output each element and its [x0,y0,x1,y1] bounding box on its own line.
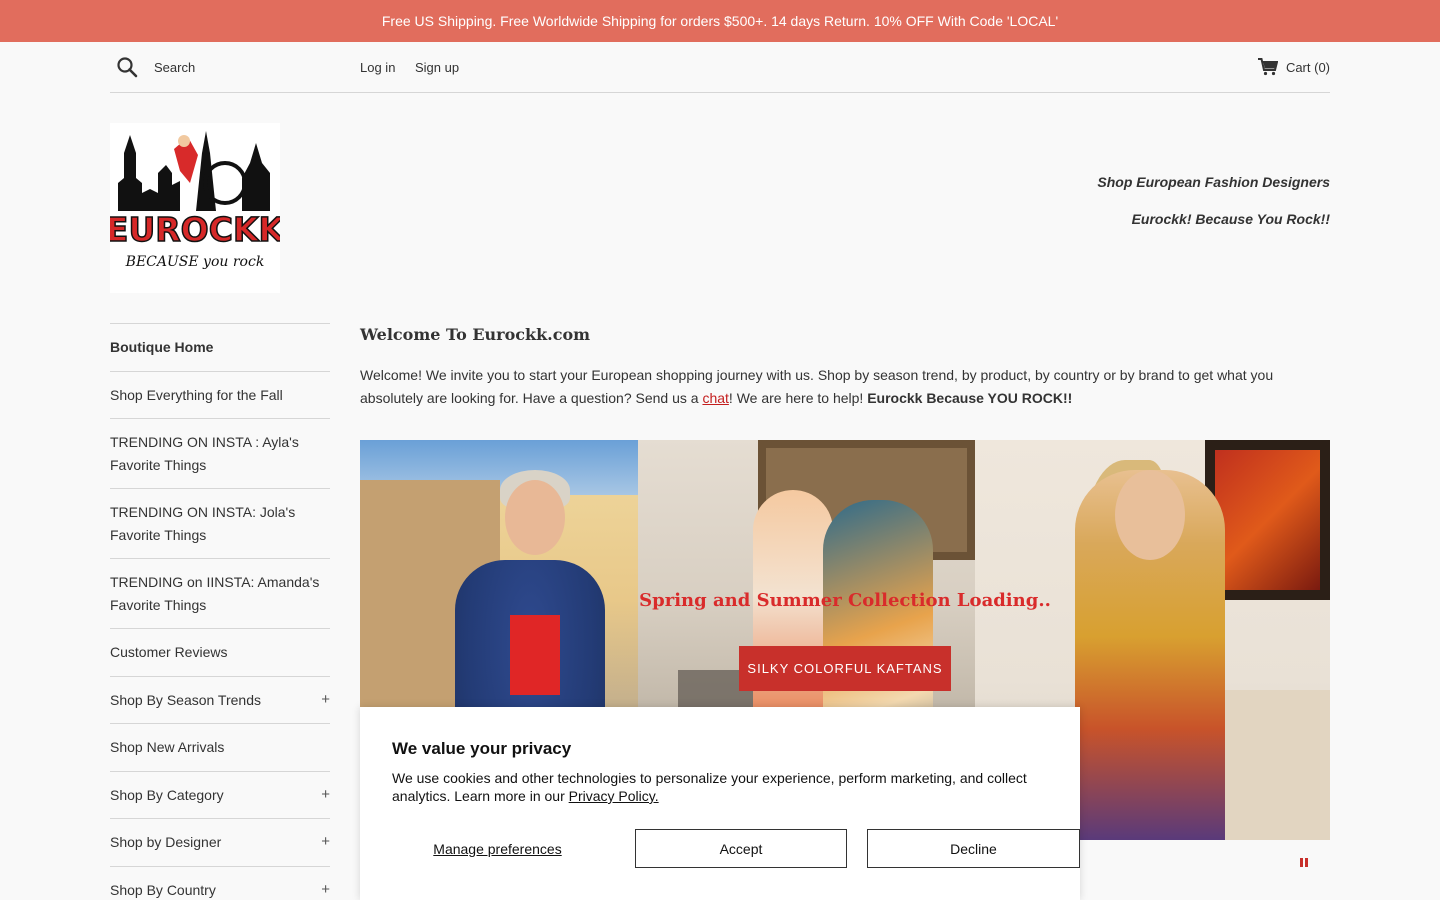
sidebar-item-reviews[interactable]: Customer Reviews [110,629,330,677]
accept-button[interactable]: Accept [635,829,847,868]
cookie-text: We use cookies and other technologies to… [392,769,1052,805]
cookie-actions: Manage preferences Accept Decline [392,829,1080,868]
sidebar-item-label: Shop by Designer [110,834,222,850]
privacy-policy-link[interactable]: Privacy Policy. [569,788,659,804]
logo-wordmark: EUROCKK [110,210,280,249]
cookie-text-body: We use cookies and other technologies to… [392,770,1027,804]
login-link[interactable]: Log in [360,60,395,75]
sidebar-item-fall[interactable]: Shop Everything for the Fall [110,372,330,419]
sidebar-item-label: TRENDING ON INSTA: Jola's Favorite Thing… [110,504,296,543]
sidebar-item-label: Shop By Season Trends [110,691,261,708]
expand-icon[interactable]: + [321,879,330,900]
expand-icon[interactable]: + [321,689,330,712]
sidebar-item-season-trends[interactable]: Shop By Season Trends + [110,677,330,724]
sidebar-item-label: Shop By Category [110,786,224,803]
cart-icon [1257,58,1278,76]
cookie-title: We value your privacy [392,739,572,758]
sidebar-item-label: Shop By Country [110,881,216,898]
search-input[interactable]: Search [154,60,195,75]
pause-icon[interactable] [1300,858,1308,867]
hero-caption: Spring and Summer Collection Loading.. [639,590,1051,611]
tagline-2: Eurockk! Because You Rock!! [1131,211,1330,227]
manage-preferences-button[interactable]: Manage preferences [392,829,603,868]
cart-label: Cart (0) [1285,59,1330,75]
logo-graphic: EUROCKK BECAUSE you rock [105,123,286,293]
sidebar-item-ayla[interactable]: TRENDING ON INSTA : Ayla's Favorite Thin… [110,419,330,489]
chat-link[interactable]: chat [702,390,728,406]
sidebar-item-amanda[interactable]: TRENDING on IINSTA: Amanda's Favorite Th… [110,559,330,629]
announcement-text: Free US Shipping. Free Worldwide Shippin… [381,13,1059,29]
top-bar: Search Log in Sign up Cart (0) [110,42,1330,93]
expand-icon[interactable]: + [321,831,330,854]
sidebar-item-label: TRENDING on IINSTA: Amanda's Favorite Th… [110,574,320,613]
cart-link[interactable]: Cart (0) [1257,58,1330,76]
tagline-1: Shop European Fashion Designers [1097,174,1330,190]
sidebar-item-country[interactable]: Shop By Country + [110,867,330,900]
decline-button[interactable]: Decline [867,829,1080,868]
sidebar-item-jola[interactable]: TRENDING ON INSTA: Jola's Favorite Thing… [110,489,330,559]
sidebar-item-new-arrivals[interactable]: Shop New Arrivals [110,724,330,772]
sidebar-item-designer[interactable]: Shop by Designer + [110,819,330,867]
sidebar-item-label: Shop New Arrivals [110,739,225,755]
kaftans-button[interactable]: SILKY COLORFUL KAFTANS [739,646,951,691]
sidebar-item-label: TRENDING ON INSTA : Ayla's Favorite Thin… [110,434,299,473]
signup-link[interactable]: Sign up [415,60,459,75]
cookie-banner: We value your privacy We use cookies and… [360,707,1080,900]
sidebar-item-category[interactable]: Shop By Category + [110,772,330,819]
store-logo[interactable]: EUROCKK BECAUSE you rock [105,123,286,293]
search-icon[interactable] [116,56,138,78]
welcome-text: Welcome! We invite you to start your Eur… [360,364,1290,410]
welcome-bold-text: Eurockk Because YOU ROCK!! [867,390,1073,406]
sidebar-item-boutique-home[interactable]: Boutique Home [110,324,330,372]
page-title: Welcome To Eurockk.com [360,325,591,344]
sidebar-item-label: Shop Everything for the Fall [110,386,283,403]
welcome-text-part: ! We are here to help! [728,390,868,406]
announcement-bar: Free US Shipping. Free Worldwide Shippin… [0,0,1440,42]
sidebar-item-label: Customer Reviews [110,644,228,660]
expand-icon[interactable]: + [321,784,330,807]
sidebar-item-label: Boutique Home [110,339,214,355]
logo-slogan: BECAUSE you rock [125,254,265,270]
sidebar-nav: Boutique Home Shop Everything for the Fa… [110,323,330,900]
